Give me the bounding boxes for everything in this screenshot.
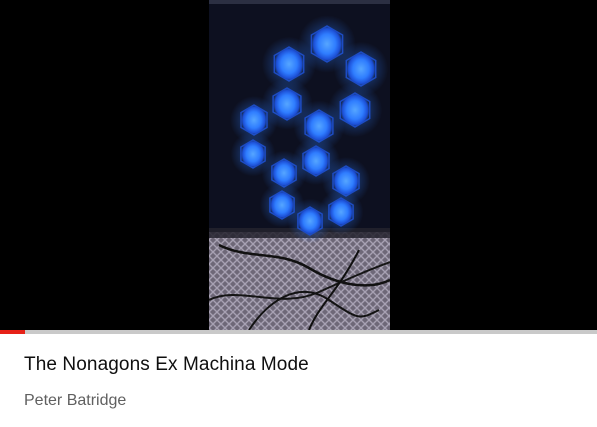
hexagon-light <box>240 139 266 169</box>
hexagon-light <box>328 197 354 227</box>
hexagon-light <box>297 206 323 236</box>
video-frame[interactable] <box>209 0 390 330</box>
channel-name[interactable]: Peter Batridge <box>24 392 126 410</box>
video-player[interactable] <box>0 0 597 330</box>
video-scene-image <box>209 0 390 330</box>
hexagon-light <box>339 92 371 128</box>
video-info: The Nonagons Ex Machina Mode Peter Batri… <box>0 334 597 427</box>
video-title[interactable]: The Nonagons Ex Machina Mode <box>24 354 309 376</box>
hexagon-light <box>240 104 268 136</box>
hexagon-light <box>273 46 305 82</box>
hexagon-light <box>345 51 377 87</box>
